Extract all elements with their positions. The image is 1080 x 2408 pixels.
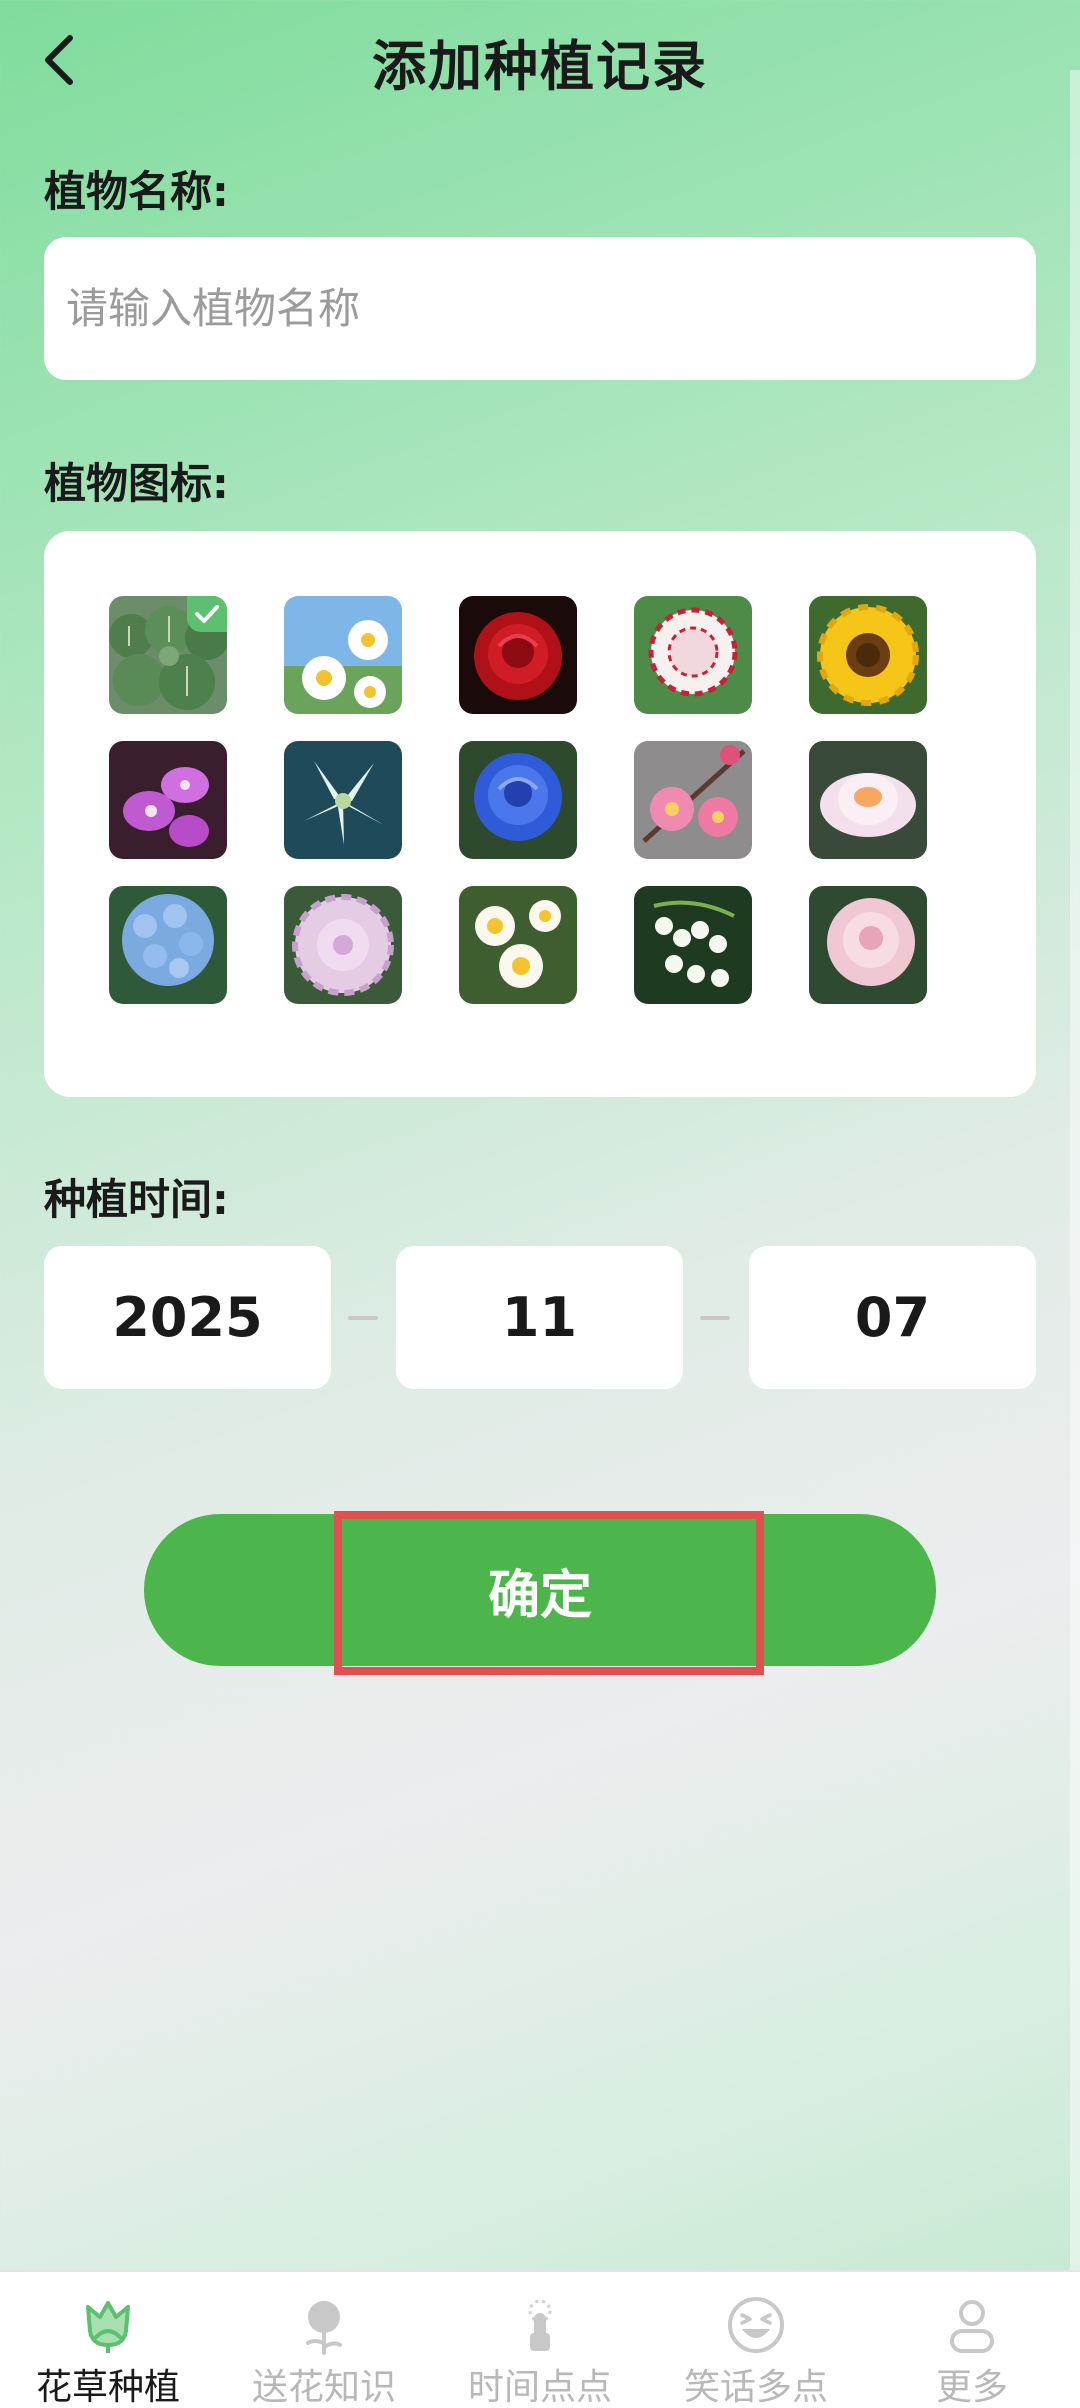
tab-time-points[interactable]: 时间点点: [432, 2272, 648, 2408]
camellia-icon: [809, 886, 927, 1004]
icon-option-hydrangea[interactable]: [109, 886, 227, 1004]
scrollbar-track: [1070, 70, 1080, 2270]
icon-option-carnation[interactable]: [634, 596, 752, 714]
year-picker[interactable]: 2025: [44, 1246, 331, 1389]
plant-icon-label: 植物图标:: [44, 459, 229, 508]
header: 添加种植记录: [0, 0, 1080, 120]
icon-option-cactus[interactable]: [109, 596, 227, 714]
icon-option-blue-rose[interactable]: [459, 741, 577, 859]
daisy-icon: [284, 596, 402, 714]
hydrangea-icon: [109, 886, 227, 1004]
orchid-icon: [109, 741, 227, 859]
icon-option-lily[interactable]: [284, 741, 402, 859]
icon-option-lily-of-the-valley[interactable]: [634, 886, 752, 1004]
tab-more[interactable]: 更多: [864, 2272, 1080, 2408]
tab-flower-knowledge[interactable]: 送花知识: [216, 2272, 432, 2408]
selected-check-icon: [187, 596, 227, 632]
page-title: 添加种植记录: [372, 35, 708, 98]
icon-option-camellia[interactable]: [809, 886, 927, 1004]
confirm-button[interactable]: 确定: [144, 1514, 936, 1666]
blue-rose-icon: [459, 741, 577, 859]
icon-option-sunflower[interactable]: [809, 596, 927, 714]
date-separator: [348, 1316, 378, 1320]
carnation-icon: [634, 596, 752, 714]
rose-icon: [292, 2294, 356, 2356]
tab-jokes[interactable]: 笑话多点: [648, 2272, 864, 2408]
user-icon: [940, 2294, 1004, 2356]
sunflower-icon: [809, 596, 927, 714]
icon-option-frangipani[interactable]: [459, 886, 577, 1004]
plum-blossom-icon: [634, 741, 752, 859]
lily-icon: [284, 741, 402, 859]
date-separator: [700, 1316, 730, 1320]
month-picker[interactable]: 11: [396, 1246, 683, 1389]
icon-option-peony[interactable]: [284, 886, 402, 1004]
touch-icon: [508, 2294, 572, 2356]
icon-option-red-rose[interactable]: [459, 596, 577, 714]
red-rose-icon: [459, 596, 577, 714]
lily-of-the-valley-icon: [634, 886, 752, 1004]
lotus-icon: [809, 741, 927, 859]
plant-name-label: 植物名称:: [44, 167, 229, 216]
icon-option-daisy[interactable]: [284, 596, 402, 714]
icon-option-orchid[interactable]: [109, 741, 227, 859]
icon-option-plum-blossom[interactable]: [634, 741, 752, 859]
bottom-tab-bar: 花草种植 送花知识 时间点点 笑话多点 更多: [0, 2270, 1080, 2408]
icon-option-lotus[interactable]: [809, 741, 927, 859]
plant-name-input[interactable]: [44, 237, 1036, 380]
peony-icon: [284, 886, 402, 1004]
day-picker[interactable]: 07: [749, 1246, 1036, 1389]
flower-bud-icon: [76, 2294, 140, 2356]
planting-time-label: 种植时间:: [44, 1175, 229, 1224]
laugh-face-icon: [724, 2294, 788, 2356]
frangipani-icon: [459, 886, 577, 1004]
plant-icon-grid: [44, 531, 1036, 1097]
tab-flower-planting[interactable]: 花草种植: [0, 2272, 216, 2408]
